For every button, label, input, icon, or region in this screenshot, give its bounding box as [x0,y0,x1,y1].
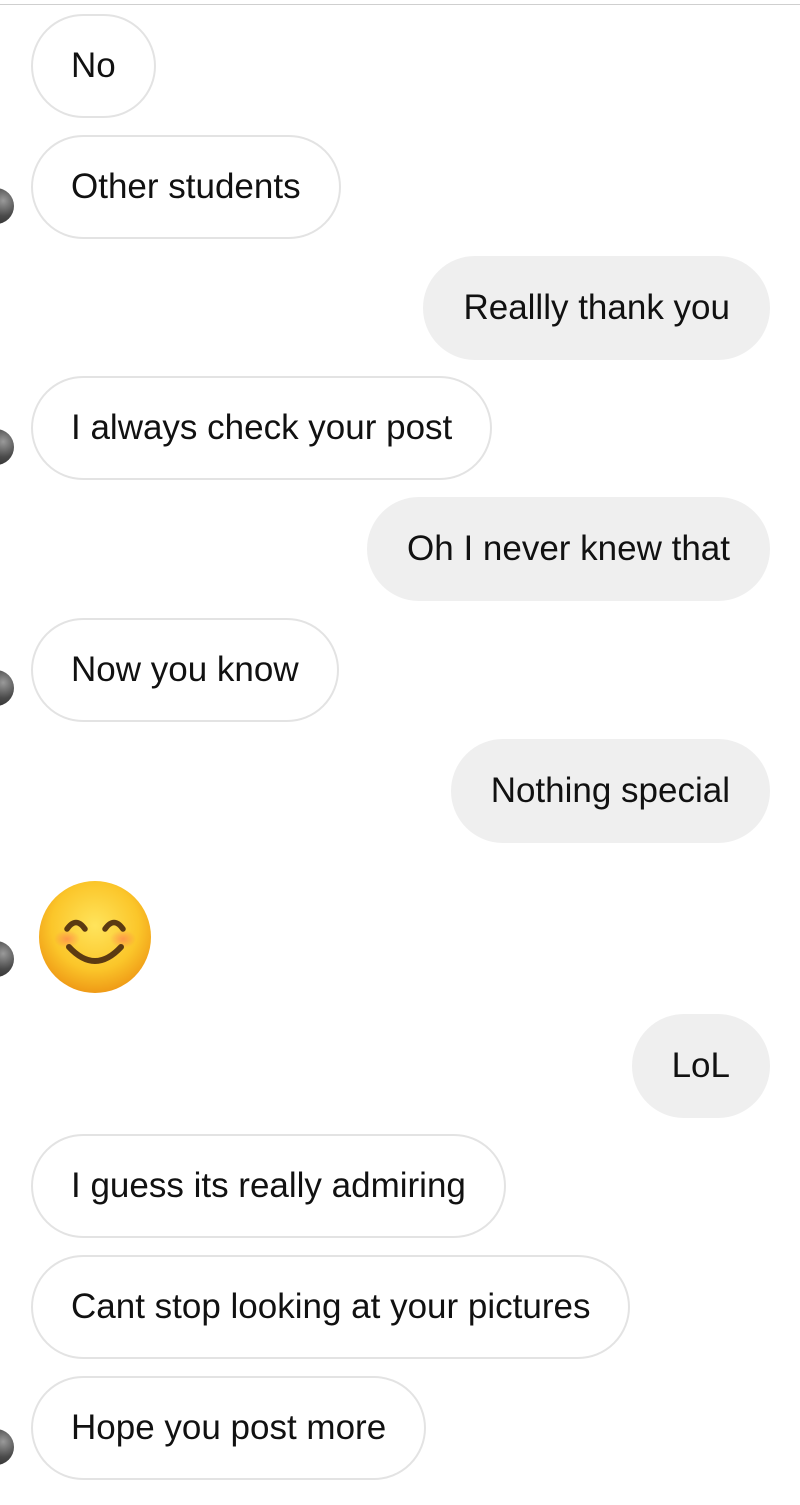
message-text: LoL [671,1046,730,1085]
message-text: Cant stop looking at your pictures [71,1287,591,1326]
message-bubble-incoming[interactable]: Other students [31,135,341,239]
message-bubble-outgoing[interactable]: Reallly thank you [423,256,770,360]
message-text: Nothing special [490,771,730,810]
sender-avatar[interactable] [0,670,14,706]
smiling-face-icon [39,881,151,993]
message-bubble-incoming[interactable]: I always check your post [31,376,493,480]
top-divider [0,4,800,5]
message-text: Reallly thank you [463,288,730,327]
sender-avatar[interactable] [0,1429,14,1465]
message-bubble-outgoing[interactable]: Nothing special [450,739,770,843]
message-bubble-outgoing[interactable]: Oh I never knew that [367,497,770,601]
message-text: I guess its really admiring [71,1166,466,1205]
message-text: Other students [71,167,301,206]
message-bubble-incoming[interactable]: No [31,14,156,118]
smiling-face-emoji-message[interactable] [37,879,153,995]
sender-avatar[interactable] [0,941,14,977]
sender-avatar[interactable] [0,429,14,465]
message-bubble-incoming[interactable]: I guess its really admiring [31,1134,506,1238]
message-bubble-incoming[interactable]: Cant stop looking at your pictures [31,1255,631,1359]
message-text: I always check your post [71,408,453,447]
message-text: Hope you post more [71,1408,387,1447]
message-text: No [71,46,116,85]
message-text: Now you know [71,650,299,689]
message-text: Oh I never knew that [407,529,730,568]
message-bubble-incoming[interactable]: Now you know [31,618,339,722]
message-bubble-outgoing[interactable]: LoL [631,1014,770,1118]
sender-avatar[interactable] [0,188,14,224]
message-bubble-incoming[interactable]: Hope you post more [31,1376,427,1480]
